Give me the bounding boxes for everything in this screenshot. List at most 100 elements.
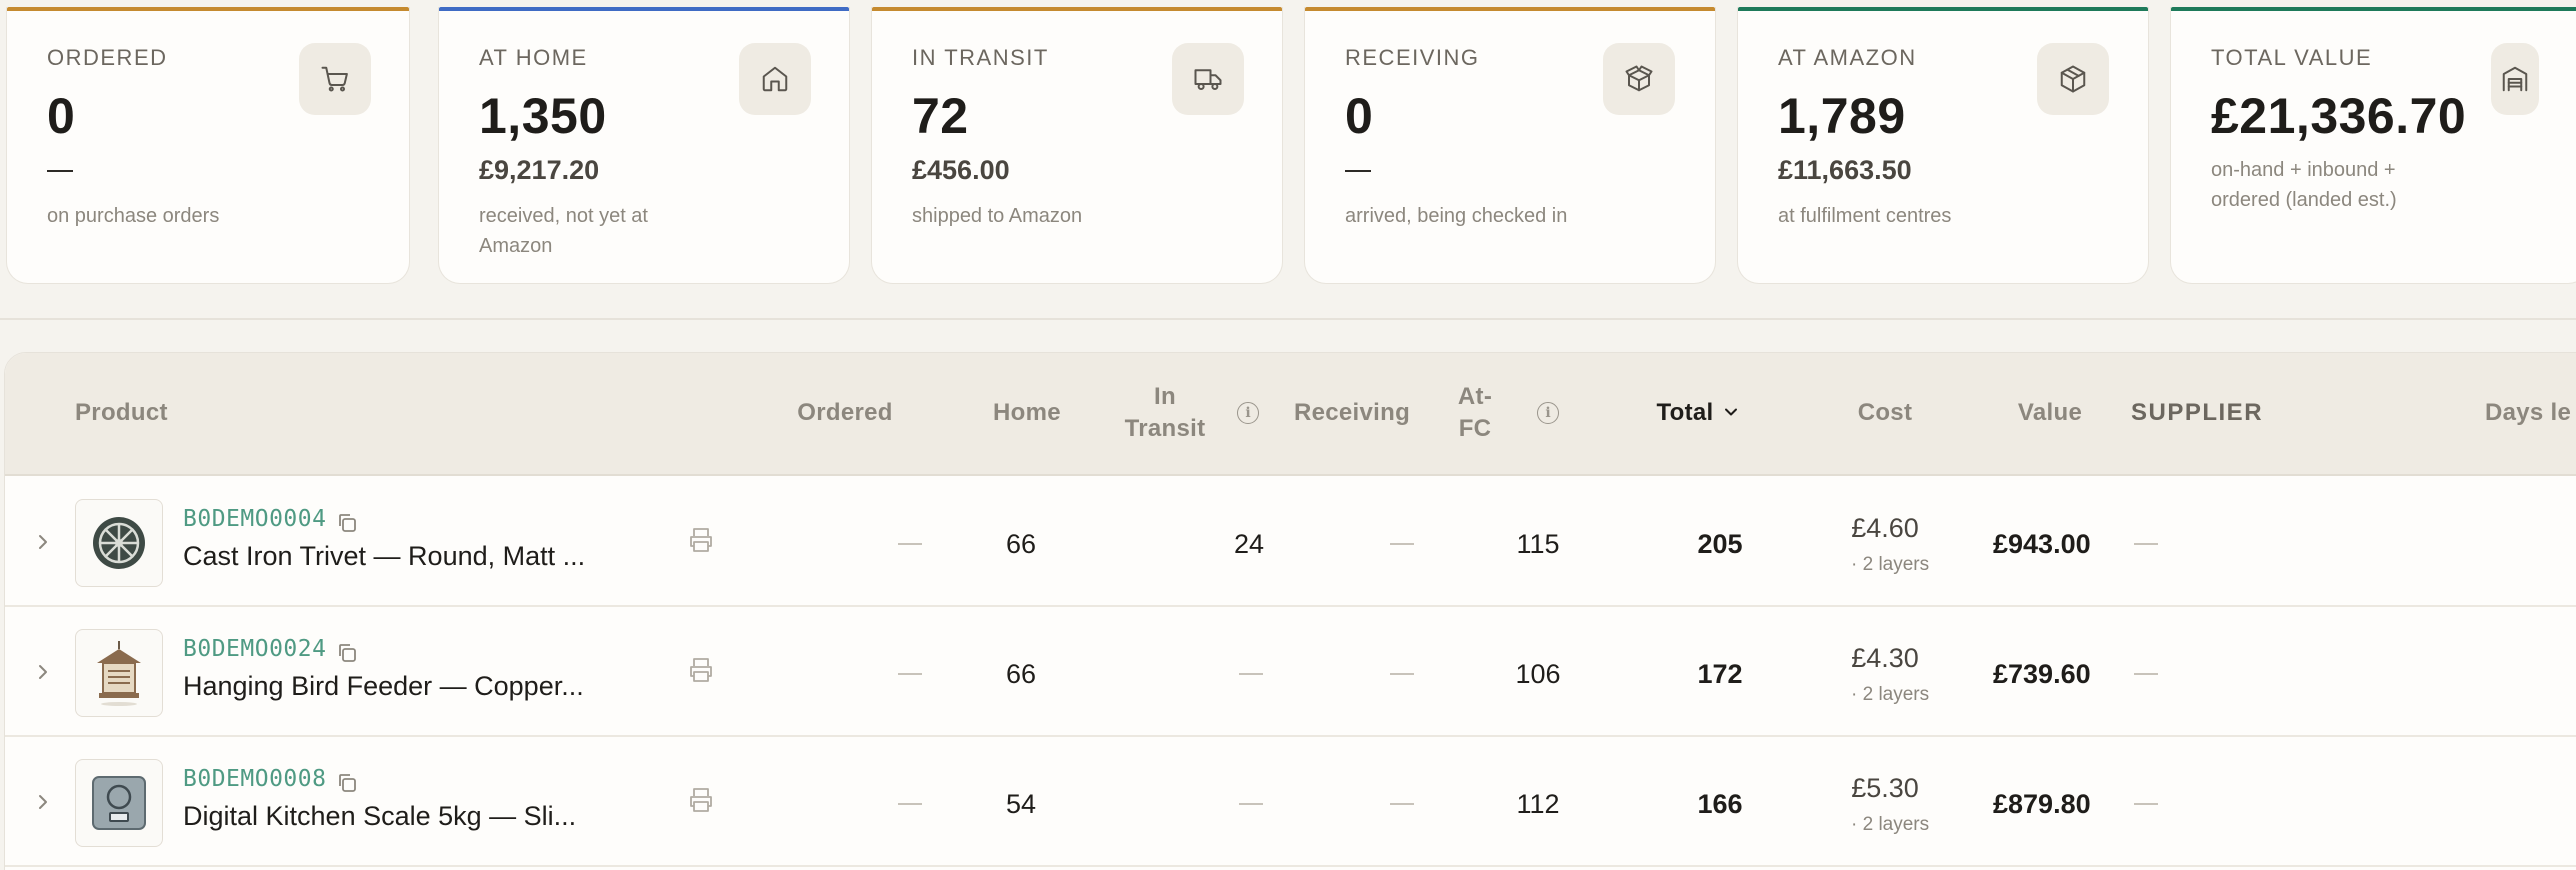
col-header-home[interactable]: Home: [967, 397, 1087, 429]
total-qty: 172: [1697, 659, 1743, 689]
print-icon[interactable]: [686, 785, 716, 815]
print-icon[interactable]: [686, 525, 716, 555]
card-label: TOTAL VALUE: [2211, 45, 2373, 70]
col-header-cost[interactable]: Cost: [1835, 397, 1935, 429]
unit-cost: £4.30: [1851, 643, 1919, 673]
cost-layers[interactable]: · 2 layers: [1851, 554, 1929, 576]
ordered-empty: [898, 543, 922, 545]
col-header-value[interactable]: Value: [1995, 397, 2105, 429]
product-name[interactable]: Cast Iron Trivet — Round, Matt ...: [183, 541, 623, 572]
product-name[interactable]: Digital Kitchen Scale 5kg — Sli...: [183, 801, 623, 832]
trivet-image: [93, 517, 145, 569]
card-accent-bar: [872, 7, 1282, 11]
col-header-in-transit-line1[interactable]: In: [1105, 381, 1225, 413]
card-accent-bar: [439, 7, 849, 11]
stock-value: £943.00: [1993, 529, 2091, 559]
card-label: AT AMAZON: [1778, 45, 1917, 70]
card-label: ORDERED: [47, 45, 168, 70]
card-total-value[interactable]: TOTAL VALUE £21,336.70 on-hand + inbound…: [2170, 7, 2576, 284]
card-description: on-hand + inbound + ordered (landed est.…: [2211, 159, 2397, 211]
copy-icon[interactable]: [335, 771, 359, 795]
info-icon[interactable]: i: [1537, 402, 1559, 424]
table-row[interactable]: B0DEMO0004 Cast Iron Trivet — Round, Mat…: [5, 477, 2576, 607]
card-accent-bar: [2171, 7, 2576, 11]
table-row[interactable]: B0DEMO0008 Digital Kitchen Scale 5kg — S…: [5, 737, 2576, 867]
card-value: £21,336.70: [2211, 88, 2467, 144]
card-sub-empty: [1345, 170, 1371, 172]
col-header-at-fc-line2[interactable]: FC: [1425, 413, 1525, 445]
total-qty: 166: [1697, 789, 1743, 819]
home-qty: 66: [1005, 659, 1037, 689]
card-ordered[interactable]: ORDERED 0 on purchase orders: [6, 7, 410, 284]
card-description: on purchase orders: [47, 205, 220, 227]
section-divider: [0, 318, 2576, 320]
supplier-empty: [2134, 803, 2158, 805]
card-accent-bar: [1305, 7, 1715, 11]
card-value: 1,789: [1778, 88, 1906, 144]
product-thumbnail[interactable]: [75, 499, 163, 587]
card-at-amazon[interactable]: AT AMAZON 1,789 £11,663.50 at fulfilment…: [1737, 7, 2149, 284]
card-accent-bar: [7, 7, 409, 11]
home-icon: [739, 43, 811, 115]
ordered-empty: [898, 673, 922, 675]
card-value: 1,350: [479, 88, 607, 144]
supplier-empty: [2134, 543, 2158, 545]
col-header-in-transit-line2[interactable]: Transit: [1105, 413, 1225, 445]
receiving-empty: [1390, 543, 1414, 545]
chevron-right-icon[interactable]: [33, 657, 53, 687]
col-header-total[interactable]: Total: [1645, 397, 1725, 429]
product-sku[interactable]: B0DEMO0008: [183, 766, 326, 792]
copy-icon[interactable]: [335, 511, 359, 535]
product-sku[interactable]: B0DEMO0024: [183, 636, 326, 662]
table-header: Product Ordered Home In Transit i Receiv…: [5, 353, 2576, 476]
ordered-empty: [898, 803, 922, 805]
card-value: 0: [47, 88, 76, 144]
total-qty: 205: [1697, 529, 1743, 559]
cost-layers[interactable]: · 2 layers: [1851, 814, 1929, 836]
receiving-empty: [1390, 803, 1414, 805]
card-description: shipped to Amazon: [912, 205, 1083, 227]
cost-layers[interactable]: · 2 layers: [1851, 684, 1929, 706]
col-header-product[interactable]: Product: [75, 397, 168, 429]
chevron-right-icon[interactable]: [33, 787, 53, 817]
col-header-at-fc-line1[interactable]: At-: [1425, 381, 1525, 413]
card-in-transit[interactable]: IN TRANSIT 72 £456.00 shipped to Amazon: [871, 7, 1283, 284]
card-description: at fulfilment centres: [1778, 205, 1952, 227]
col-header-supplier[interactable]: SUPPLIER: [2131, 397, 2263, 429]
card-receiving[interactable]: RECEIVING 0 arrived, being checked in: [1304, 7, 1716, 284]
in-transit-empty: [1239, 673, 1263, 675]
receiving-empty: [1390, 673, 1414, 675]
col-header-receiving[interactable]: Receiving: [1277, 397, 1427, 429]
home-qty: 66: [1005, 529, 1037, 559]
col-header-days-left[interactable]: Days le: [2485, 397, 2571, 429]
at-fc-qty: 106: [1515, 659, 1561, 689]
unit-cost: £4.60: [1851, 513, 1919, 543]
stock-value: £879.80: [1993, 789, 2091, 819]
product-thumbnail[interactable]: [75, 759, 163, 847]
table-row[interactable]: B0DEMO0024 Hanging Bird Feeder — Copper.…: [5, 607, 2576, 737]
product-name[interactable]: Hanging Bird Feeder — Copper...: [183, 671, 623, 702]
product-sku[interactable]: B0DEMO0004: [183, 506, 326, 532]
at-fc-qty: 112: [1516, 789, 1560, 819]
card-sub-value: £456.00: [912, 155, 1010, 185]
print-icon[interactable]: [686, 655, 716, 685]
product-thumbnail[interactable]: [75, 629, 163, 717]
chevron-down-icon[interactable]: [1724, 405, 1738, 419]
card-description: arrived, being checked in: [1345, 205, 1568, 227]
copy-icon[interactable]: [335, 641, 359, 665]
info-icon[interactable]: i: [1237, 402, 1259, 424]
at-fc-qty: 115: [1516, 529, 1560, 559]
card-at-home[interactable]: AT HOME 1,350 £9,217.20 received, not ye…: [438, 7, 850, 284]
chevron-right-icon[interactable]: [33, 527, 53, 557]
col-header-ordered[interactable]: Ordered: [775, 397, 915, 429]
card-label: RECEIVING: [1345, 45, 1480, 70]
card-value: 72: [912, 88, 969, 144]
card-accent-bar: [1738, 7, 2148, 11]
card-label: IN TRANSIT: [912, 45, 1049, 70]
home-qty: 54: [1005, 789, 1037, 819]
card-description: received, not yet at Amazon: [479, 205, 648, 257]
inventory-table: Product Ordered Home In Transit i Receiv…: [4, 352, 2576, 870]
in-transit-empty: [1239, 803, 1263, 805]
truck-icon: [1172, 43, 1244, 115]
kitchen-scale-image: [92, 776, 146, 830]
